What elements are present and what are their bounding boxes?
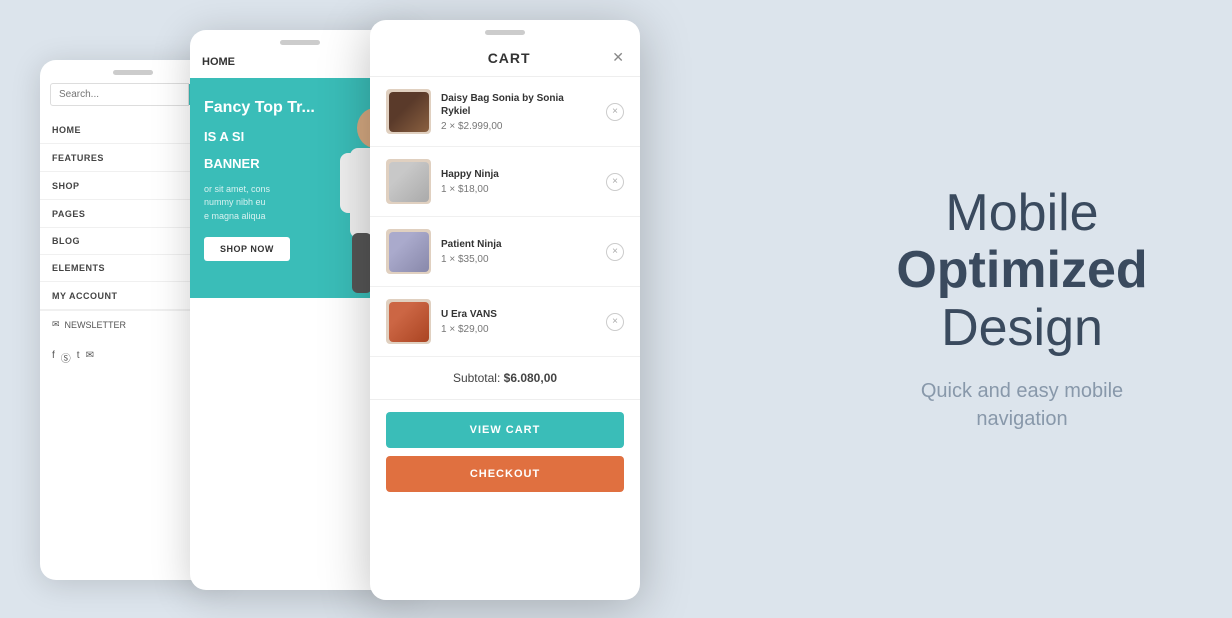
subtitle-line1: Quick and easy mobile bbox=[921, 380, 1123, 402]
instagram-icon[interactable]: Ⓢ bbox=[61, 350, 71, 365]
sidebar-item-label: SHOP bbox=[52, 181, 80, 191]
cart-item-name: Daisy Bag Sonia by Sonia Rykiel bbox=[441, 92, 596, 118]
newsletter-label: NEWSLETTER bbox=[65, 320, 127, 330]
sidebar-item-label: PAGES bbox=[52, 209, 85, 219]
cart-actions: VIEW CART CHECKOUT bbox=[370, 400, 640, 504]
pants-image bbox=[389, 302, 429, 342]
shop-now-button[interactable]: SHOP NOW bbox=[204, 237, 290, 261]
cart-item: Happy Ninja 1 × $18,00 × bbox=[370, 147, 640, 217]
cart-item-remove-button[interactable]: × bbox=[606, 313, 624, 331]
hoodie-image bbox=[389, 232, 429, 272]
promo-section: Mobile Optimized Design Quick and easy m… bbox=[812, 0, 1232, 618]
subtotal-value: $6.080,00 bbox=[504, 371, 557, 385]
cart-item-info: Daisy Bag Sonia by Sonia Rykiel 2 × $2.9… bbox=[441, 92, 596, 132]
cart-items-list: Daisy Bag Sonia by Sonia Rykiel 2 × $2.9… bbox=[370, 77, 640, 357]
subtitle-line2: navigation bbox=[976, 408, 1067, 430]
tshirt-image bbox=[389, 162, 429, 202]
cart-item-name: Patient Ninja bbox=[441, 238, 596, 251]
cart-item-remove-button[interactable]: × bbox=[606, 173, 624, 191]
view-cart-button[interactable]: VIEW CART bbox=[386, 412, 624, 448]
cart-item-qty: 1 × $29,00 bbox=[441, 324, 596, 335]
sidebar-item-label: FEATURES bbox=[52, 153, 104, 163]
sidebar-item-label: BLOG bbox=[52, 236, 80, 246]
cart-item-remove-button[interactable]: × bbox=[606, 243, 624, 261]
cart-item: U Era VANS 1 × $29,00 × bbox=[370, 287, 640, 357]
cart-item-remove-button[interactable]: × bbox=[606, 103, 624, 121]
cart-item-info: Happy Ninja 1 × $18,00 bbox=[441, 168, 596, 195]
promo-title: Mobile Optimized Design bbox=[896, 185, 1147, 357]
cart-modal-header: CART ✕ bbox=[370, 35, 640, 77]
sidebar-item-label: MY ACCOUNT bbox=[52, 291, 118, 301]
sidebar-item-label: ELEMENTS bbox=[52, 263, 105, 273]
cart-item-info: U Era VANS 1 × $29,00 bbox=[441, 308, 596, 335]
banner-title: HOME bbox=[202, 56, 235, 68]
checkout-button[interactable]: CHECKOUT bbox=[386, 456, 624, 492]
cart-item-image bbox=[386, 159, 431, 204]
cart-item-name: Happy Ninja bbox=[441, 168, 596, 181]
promo-line1: Mobile bbox=[945, 184, 1098, 242]
cart-item-name: U Era VANS bbox=[441, 308, 596, 321]
twitter-icon[interactable]: t bbox=[77, 350, 80, 365]
cart-title: CART bbox=[406, 50, 612, 66]
cart-item: Daisy Bag Sonia by Sonia Rykiel 2 × $2.9… bbox=[370, 77, 640, 147]
envelope-icon: ✉ bbox=[52, 319, 60, 330]
facebook-icon[interactable]: f bbox=[52, 350, 55, 365]
cart-close-button[interactable]: ✕ bbox=[612, 49, 624, 66]
cart-subtotal: Subtotal: $6.080,00 bbox=[370, 357, 640, 400]
cart-item-image bbox=[386, 89, 431, 134]
cart-item-qty: 2 × $2.999,00 bbox=[441, 121, 596, 132]
search-input[interactable] bbox=[50, 83, 189, 106]
phone-notch bbox=[113, 70, 153, 75]
cart-item: Patient Ninja 1 × $35,00 × bbox=[370, 217, 640, 287]
promo-line2: Optimized bbox=[896, 242, 1147, 299]
phone-cart: CART ✕ Daisy Bag Sonia by Sonia Rykiel 2… bbox=[370, 20, 640, 600]
promo-subtitle: Quick and easy mobile navigation bbox=[921, 377, 1123, 433]
cart-item-qty: 1 × $35,00 bbox=[441, 254, 596, 265]
email-icon[interactable]: ✉ bbox=[86, 350, 94, 365]
promo-line3: Design bbox=[941, 299, 1103, 357]
cart-item-info: Patient Ninja 1 × $35,00 bbox=[441, 238, 596, 265]
sidebar-item-label: HOME bbox=[52, 125, 81, 135]
subtotal-label: Subtotal: bbox=[453, 371, 500, 385]
cart-item-image bbox=[386, 229, 431, 274]
cart-item-image bbox=[386, 299, 431, 344]
left-section: 🔍 HOME ⌄ FEATURES ⌄ SHOP ⌄ PAGES ⌄ BLOG … bbox=[0, 0, 750, 618]
bag-image bbox=[389, 92, 429, 132]
cart-item-qty: 1 × $18,00 bbox=[441, 184, 596, 195]
